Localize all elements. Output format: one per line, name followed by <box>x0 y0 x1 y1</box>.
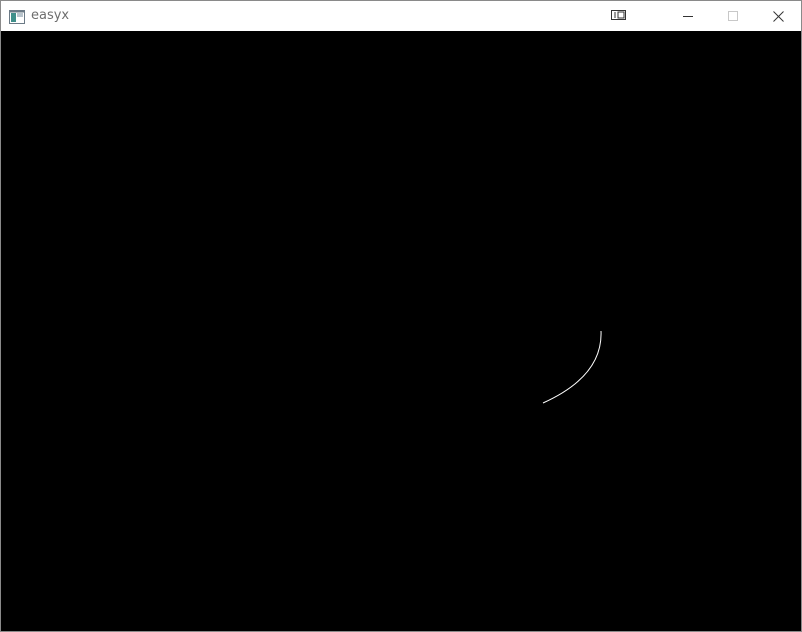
app-window-icon <box>9 9 25 24</box>
close-icon <box>773 11 784 22</box>
app-window: easyx <box>0 0 802 632</box>
white-arc <box>542 330 602 404</box>
canvas-drawing <box>542 330 602 404</box>
window-cast-button[interactable] <box>606 1 634 31</box>
maximize-icon <box>728 11 738 21</box>
close-button[interactable] <box>755 1 801 31</box>
maximize-button[interactable] <box>710 1 756 31</box>
minimize-icon <box>683 16 693 17</box>
window-title: easyx <box>31 8 70 23</box>
drawing-canvas[interactable] <box>1 31 801 631</box>
minimize-button[interactable] <box>665 1 711 31</box>
title-bar[interactable]: easyx <box>1 1 801 31</box>
window-cast-icon <box>611 10 626 20</box>
